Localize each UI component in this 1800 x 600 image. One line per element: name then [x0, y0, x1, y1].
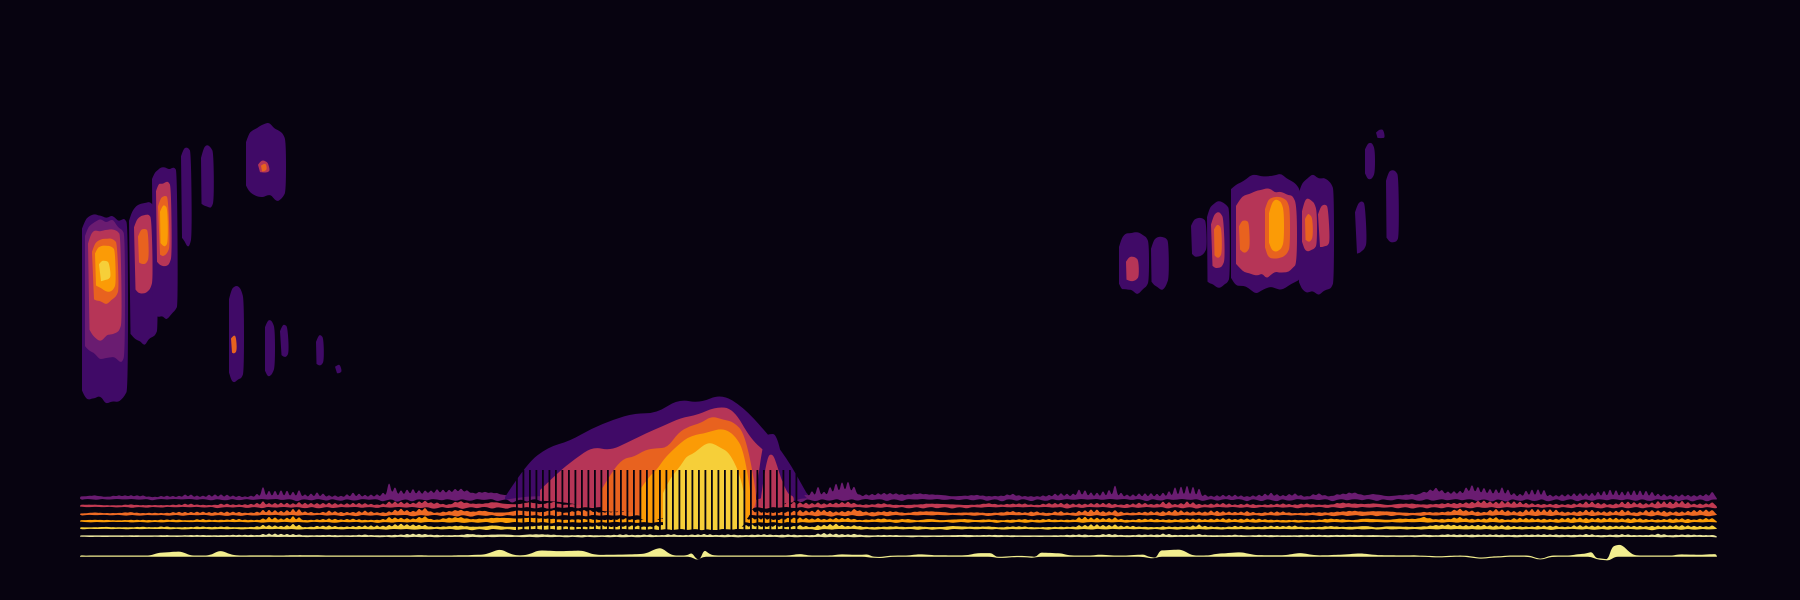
contour-blob-right-r5-orange-a: [1239, 220, 1250, 253]
contour-blob-right-r6-orange: [1305, 214, 1313, 242]
contour-blob-left-h1: [229, 285, 244, 383]
contour-blob-left-f-streak: [201, 145, 214, 208]
contour-blob-right-r7: [1355, 201, 1367, 254]
comb-striation: [763, 470, 765, 531]
comb-striation: [555, 470, 557, 531]
comb-striation: [587, 470, 590, 531]
comb-striation: [717, 470, 720, 531]
contour-blob-left-a-core: [99, 260, 111, 282]
comb-striation: [646, 470, 648, 531]
comb-striation: [548, 470, 551, 531]
comb-striation: [568, 470, 570, 531]
comb-striation: [639, 470, 642, 531]
contour-blob-left-b-orange: [138, 229, 149, 265]
comb-striation: [782, 470, 785, 531]
comb-striation: [750, 470, 752, 531]
comb-striation: [756, 470, 759, 531]
comb-striation: [711, 470, 713, 531]
comb-striation: [607, 470, 609, 531]
comb-striation: [672, 470, 674, 531]
contour-blob-right-r4-orange: [1214, 224, 1222, 258]
comb-striation: [730, 470, 733, 531]
comb-striation: [678, 470, 681, 531]
spectrogram-figure: [0, 0, 1800, 600]
contour-blob-left-h2: [265, 320, 275, 377]
comb-striation: [522, 470, 525, 531]
figure-background: [0, 0, 1800, 600]
comb-striation: [776, 470, 778, 531]
comb-striation: [685, 470, 687, 531]
comb-striation: [769, 470, 772, 531]
contour-blob-right-r10: [1386, 170, 1399, 243]
comb-striation: [581, 470, 583, 531]
comb-striation: [789, 470, 791, 531]
contour-blob-right-r1-crimson: [1126, 256, 1139, 282]
comb-striation: [516, 470, 518, 531]
comb-striation: [652, 470, 655, 531]
comb-striation: [600, 470, 603, 531]
comb-striation: [626, 470, 629, 531]
comb-striation: [561, 470, 564, 531]
contour-blob-right-r8: [1365, 142, 1375, 180]
comb-striation: [724, 470, 726, 531]
contour-blob-right-r3: [1191, 217, 1207, 257]
contour-blob-right-r2: [1151, 236, 1169, 290]
comb-striation: [743, 470, 746, 531]
spectrogram-canvas: [0, 0, 1800, 600]
comb-striation: [594, 470, 596, 531]
comb-striation: [698, 470, 700, 531]
contour-blob-left-e-streak: [181, 147, 192, 247]
comb-striation: [795, 470, 798, 531]
comb-striation: [620, 470, 622, 531]
contour-blob-left-d-amber: [160, 205, 168, 247]
comb-striation: [574, 470, 577, 531]
comb-striation: [613, 470, 616, 531]
comb-striation: [542, 470, 544, 531]
contour-blob-right-r5-amber: [1269, 199, 1284, 252]
comb-striation: [704, 470, 707, 531]
comb-striation: [665, 470, 668, 531]
comb-striation: [659, 470, 661, 531]
comb-striation: [691, 470, 694, 531]
comb-striation: [529, 470, 531, 531]
contour-blob-right-r6-crimson-b: [1318, 204, 1330, 248]
comb-striation: [535, 470, 538, 531]
comb-striation: [633, 470, 635, 531]
contour-blob-left-h4: [316, 335, 324, 366]
comb-striation: [737, 470, 739, 531]
